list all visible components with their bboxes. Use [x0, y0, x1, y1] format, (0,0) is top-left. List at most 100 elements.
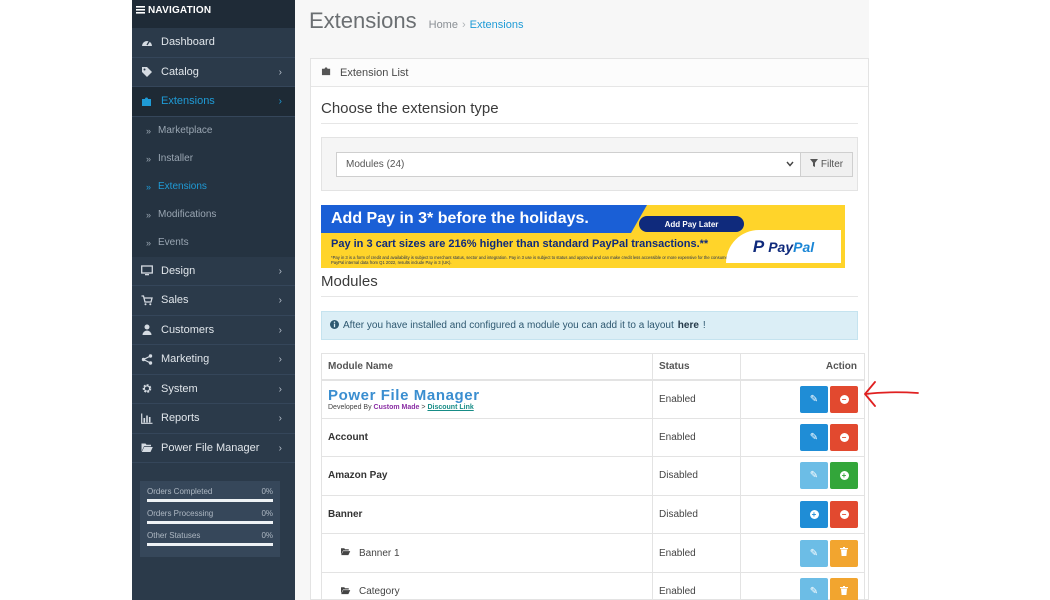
filter-well: Modules (24) Filter [321, 137, 858, 191]
sidebar-item-system[interactable]: System › [132, 375, 295, 404]
sub-module-name: Banner 1 [328, 547, 652, 559]
add-module-button[interactable]: + [800, 501, 828, 529]
pencil-icon: ✎ [809, 470, 819, 482]
module-status: Enabled [652, 417, 741, 458]
paypal-logo: P PayPal [726, 230, 841, 263]
uninstall-button[interactable]: − [830, 423, 858, 451]
minus-circle-icon: − [839, 510, 849, 520]
chevron-right-icon: › [278, 413, 282, 424]
column-header-action: Action [740, 353, 865, 381]
page-title: Extensions [309, 8, 417, 33]
module-actions: ✎ − [740, 417, 865, 458]
uninstall-button[interactable]: − [830, 385, 858, 413]
chevron-right-icon: › [278, 265, 282, 277]
sidebar-item-label: System [161, 382, 198, 395]
stat-value: 0% [261, 487, 273, 496]
module-name: Banner [328, 509, 363, 521]
cart-icon [141, 294, 153, 306]
pencil-icon: ✎ [809, 586, 819, 598]
module-actions: ✎ [740, 571, 865, 600]
sidebar-subitem-marketplace[interactable]: » Marketplace [132, 116, 295, 145]
double-chevron-icon: » [146, 181, 152, 192]
double-chevron-icon: » [146, 237, 152, 248]
module-status: Enabled [652, 533, 741, 573]
delete-button[interactable] [830, 539, 858, 567]
sidebar-item-sales[interactable]: Sales › [132, 286, 295, 316]
column-header-name[interactable]: Module Name [321, 353, 653, 381]
discount-link[interactable]: Discount Link [427, 404, 473, 411]
sidebar-subitem-extensions[interactable]: » Extensions [132, 172, 295, 201]
column-header-status: Status [652, 353, 741, 381]
paypal-wordmark: PayPal [768, 239, 814, 255]
module-name-cell: Category [321, 571, 653, 600]
stat-label: Orders Completed [147, 487, 213, 496]
trash-icon [840, 585, 848, 598]
subitem-label: Modifications [158, 209, 217, 220]
edit-button[interactable]: ✎ [800, 539, 828, 567]
delete-button[interactable] [830, 578, 858, 600]
alert-end: ! [702, 320, 706, 331]
edit-button-disabled[interactable]: ✎ [800, 462, 828, 490]
module-actions: ✎ + [740, 456, 865, 496]
edit-button[interactable]: ✎ [800, 385, 828, 413]
sidebar-item-reports[interactable]: Reports › [132, 404, 295, 434]
tags-icon [141, 66, 153, 78]
module-actions: ✎ [740, 533, 865, 573]
folder-open-icon [340, 547, 351, 559]
breadcrumb-home[interactable]: Home [429, 19, 458, 31]
sidebar-subitem-events[interactable]: » Events [132, 228, 295, 257]
sidebar-item-label: Sales [161, 294, 189, 307]
chevron-right-icon: › [278, 295, 282, 306]
uninstall-button[interactable]: − [830, 501, 858, 529]
plus-circle-icon: + [839, 471, 849, 481]
sidebar-item-label: Dashboard [161, 36, 215, 49]
nav-header[interactable]: NAVIGATION [132, 0, 295, 28]
extension-list-panel: Extension List Choose the extension type… [310, 58, 869, 600]
stat-other-statuses: Other Statuses 0% [147, 531, 273, 546]
table-row: Amazon Pay Disabled ✎ + [321, 456, 865, 496]
install-button[interactable]: + [830, 462, 858, 490]
module-name: Account [328, 431, 368, 443]
sidebar-item-label: Power File Manager [161, 441, 260, 454]
sidebar-item-design[interactable]: Design › [132, 257, 295, 286]
edit-button[interactable]: ✎ [800, 423, 828, 451]
filter-button[interactable]: Filter [801, 151, 853, 177]
sidebar-item-power-file-manager[interactable]: Power File Manager › [132, 434, 295, 463]
extension-type-select[interactable]: Modules (24) [336, 151, 801, 177]
filter-label: Filter [820, 158, 844, 170]
chevron-right-icon: › [278, 324, 282, 336]
sidebar-item-customers[interactable]: Customers › [132, 316, 295, 345]
info-icon [330, 319, 339, 332]
wordmark-pay: Pay [768, 238, 794, 255]
author-link[interactable]: Custom Made [374, 404, 420, 411]
sidebar-nav: NAVIGATION Dashboard Catalog › Extension… [132, 0, 295, 600]
table-row: Banner Disabled + − [321, 494, 865, 535]
chevron-right-icon: › [278, 383, 282, 395]
sidebar-subitem-modifications[interactable]: » Modifications [132, 200, 295, 229]
sidebar-item-extensions[interactable]: Extensions › [132, 87, 295, 117]
sidebar-item-dashboard[interactable]: Dashboard [132, 28, 295, 58]
progress-bar [147, 521, 273, 524]
minus-circle-icon: − [839, 432, 849, 442]
chevron-right-icon: › [278, 96, 282, 107]
add-pay-later-button[interactable]: Add Pay Later [639, 216, 744, 232]
hamburger-icon [136, 5, 145, 17]
module-actions: ✎ − [740, 379, 865, 419]
wordmark-pal: Pal [793, 238, 815, 255]
alert-link[interactable]: here [678, 320, 699, 331]
edit-button[interactable]: ✎ [800, 578, 828, 600]
stat-orders-processing: Orders Processing 0% [147, 509, 273, 524]
subitem-label: Events [158, 237, 189, 248]
sidebar-item-catalog[interactable]: Catalog › [132, 58, 295, 87]
double-chevron-icon: » [146, 125, 152, 136]
info-alert: After you have installed and configured … [321, 311, 858, 340]
paypal-promo-banner[interactable]: Add Pay in 3* before the holidays. Add P… [321, 205, 845, 268]
sidebar-subitem-installer[interactable]: » Installer [132, 144, 295, 173]
breadcrumb: Home › Extensions [429, 19, 524, 31]
folder-open-icon [141, 442, 153, 454]
breadcrumb-extensions[interactable]: Extensions [470, 19, 524, 31]
sidebar-item-label: Marketing [161, 353, 210, 366]
alert-text: After you have installed and configured … [343, 320, 674, 331]
module-name-cell: Banner 1 [321, 533, 653, 573]
sidebar-item-marketing[interactable]: Marketing › [132, 345, 295, 375]
